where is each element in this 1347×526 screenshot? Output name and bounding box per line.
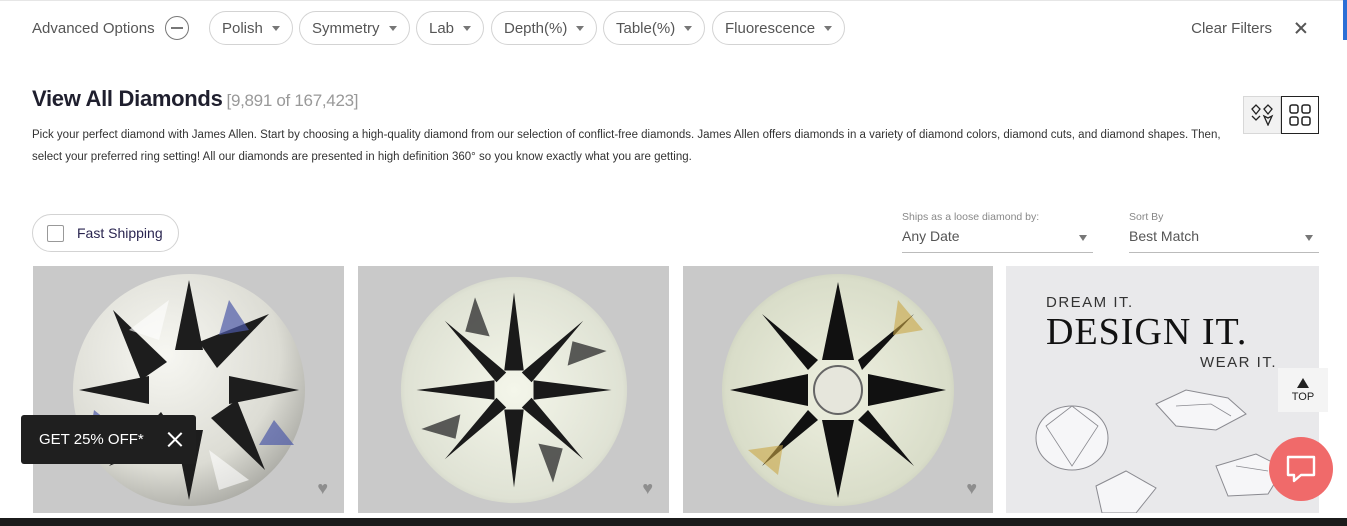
filter-table[interactable]: Table(%) xyxy=(603,11,706,45)
diamond-card[interactable]: ♥ xyxy=(683,266,993,513)
view-toggle xyxy=(1243,96,1319,134)
top-label: TOP xyxy=(1291,390,1315,403)
diamond-image xyxy=(72,273,305,506)
filter-label: Symmetry xyxy=(312,19,380,37)
back-to-top-button[interactable]: TOP xyxy=(1278,368,1328,412)
chat-button[interactable] xyxy=(1269,437,1333,501)
sort-by-dropdown[interactable]: Sort By Best Match xyxy=(1129,211,1319,253)
chevron-down-icon xyxy=(684,25,693,31)
chevron-down-icon xyxy=(1305,235,1313,241)
filter-symmetry[interactable]: Symmetry xyxy=(299,11,410,45)
arrow-up-icon xyxy=(1297,377,1309,388)
page-title-text: View All Diamonds xyxy=(32,86,223,111)
minus-circle-icon[interactable] xyxy=(164,16,189,40)
chat-icon xyxy=(1286,455,1316,483)
os-taskbar xyxy=(0,518,1347,526)
top-border xyxy=(0,0,1347,1)
close-icon[interactable] xyxy=(167,432,182,447)
filter-fluorescence[interactable]: Fluorescence xyxy=(712,11,846,45)
chevron-down-icon xyxy=(463,25,472,31)
diamond-view-button[interactable] xyxy=(1243,96,1281,134)
grid-icon xyxy=(1289,104,1311,126)
clear-filters-button[interactable]: Clear Filters xyxy=(1191,11,1272,45)
filter-bar: Advanced Options Polish Symmetry Lab Dep… xyxy=(32,11,1307,45)
diamond-shapes-icon xyxy=(1251,104,1274,126)
chevron-down-icon xyxy=(388,25,397,31)
chevron-down-icon xyxy=(576,25,585,31)
diamond-card[interactable]: ♥ xyxy=(33,266,344,513)
fast-shipping-checkbox[interactable]: Fast Shipping xyxy=(32,214,179,252)
chevron-down-icon xyxy=(271,25,280,31)
filter-label: Polish xyxy=(222,19,263,37)
page-title: View All Diamonds [9,891 of 167,423] xyxy=(32,86,358,112)
heart-icon[interactable]: ♥ xyxy=(642,478,653,499)
ships-by-dropdown[interactable]: Ships as a loose diamond by: Any Date xyxy=(902,211,1093,253)
diamond-image xyxy=(722,273,954,506)
diamond-image xyxy=(400,276,627,503)
filter-depth[interactable]: Depth(%) xyxy=(491,11,598,45)
close-icon[interactable] xyxy=(1295,22,1307,34)
advanced-options-toggle[interactable]: Advanced Options xyxy=(32,11,189,45)
result-count: [9,891 of 167,423] xyxy=(226,91,359,110)
heart-icon[interactable]: ♥ xyxy=(966,478,977,499)
filter-label: Table(%) xyxy=(616,19,676,37)
discount-offer-banner[interactable]: GET 25% OFF* xyxy=(21,415,196,464)
offer-label: GET 25% OFF* xyxy=(39,431,144,448)
ships-by-value: Any Date xyxy=(902,228,960,244)
filter-polish[interactable]: Polish xyxy=(209,11,293,45)
filter-lab[interactable]: Lab xyxy=(416,11,485,45)
heart-icon[interactable]: ♥ xyxy=(317,478,328,499)
filter-label: Lab xyxy=(429,19,455,37)
ships-by-label: Ships as a loose diamond by: xyxy=(902,211,1040,223)
filter-label: Depth(%) xyxy=(504,19,568,37)
sort-by-value: Best Match xyxy=(1129,228,1200,244)
advanced-options-label: Advanced Options xyxy=(32,19,155,37)
grid-view-button[interactable] xyxy=(1281,96,1319,134)
sort-by-label: Sort By xyxy=(1129,211,1164,223)
chevron-down-icon xyxy=(1079,235,1087,241)
chevron-down-icon xyxy=(824,25,833,31)
page-description: Pick your perfect diamond with James All… xyxy=(32,129,1221,163)
diamond-card[interactable]: ♥ xyxy=(358,266,669,513)
filter-label: Fluorescence xyxy=(725,19,816,37)
checkbox-box[interactable] xyxy=(47,224,64,242)
scrollbar-accent[interactable] xyxy=(1343,0,1347,40)
fast-shipping-label: Fast Shipping xyxy=(77,225,163,241)
